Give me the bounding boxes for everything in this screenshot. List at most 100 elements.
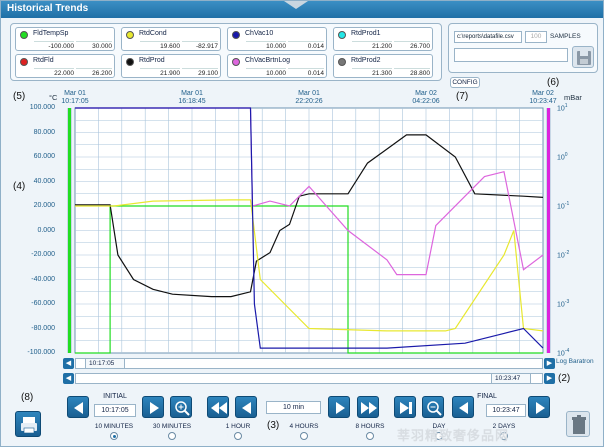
final-time-field[interactable]: 10:23:47 xyxy=(486,404,526,417)
right-axis-tick-label: 10-3 xyxy=(557,299,570,309)
pen-card[interactable]: FldTempSp -100.000 30.000 xyxy=(15,27,115,51)
step-forward-button[interactable] xyxy=(328,396,350,418)
end-time-scrollbar[interactable] xyxy=(75,373,543,384)
radio-button[interactable] xyxy=(234,432,242,440)
pen-name: RtdCond xyxy=(139,30,167,37)
pen-card[interactable]: RtdProd 21.900 29.100 xyxy=(121,54,221,78)
pen-max-value: 26.700 xyxy=(394,41,430,50)
series-line-rtdcond xyxy=(75,199,544,332)
pen-min-value: 21.200 xyxy=(352,41,392,50)
initial-back-button[interactable] xyxy=(67,396,89,418)
pen-legend-panel: FldTempSp -100.000 30.000 RtdCond 19.600 -82.… xyxy=(10,23,442,81)
pen-name: RtdProd1 xyxy=(351,30,381,37)
radio-button[interactable] xyxy=(110,432,118,440)
time-range-label: 4 HOURS xyxy=(289,423,319,430)
pen-card[interactable]: RtdProd1 21.200 26.700 xyxy=(333,27,433,51)
pen-card[interactable]: RtdProd2 21.300 28.800 xyxy=(333,54,433,78)
time-range-option[interactable]: 8 HOURS xyxy=(335,423,405,440)
jump-to-end-button[interactable] xyxy=(394,396,416,418)
import-panel: c:\reports\datafile.csv 100 SAMPLES xyxy=(448,23,598,73)
zoom-out-button[interactable] xyxy=(422,396,444,418)
time-axis-label: Mar 01 22:20:26 xyxy=(289,90,329,106)
radio-button[interactable] xyxy=(168,432,176,440)
time-range-label: 1 HOUR xyxy=(225,423,251,430)
triangle-right-icon xyxy=(150,402,159,414)
time-range-option[interactable]: 4 HOURS xyxy=(269,423,339,440)
pen-color-swatch xyxy=(20,31,28,39)
step-field[interactable]: 10 min xyxy=(266,401,321,414)
pen-name: RtdFld xyxy=(33,57,54,64)
zoom-in-icon xyxy=(175,401,190,416)
pen-max-value: -82.917 xyxy=(182,41,218,50)
scroll-right-button-top[interactable]: ▶ xyxy=(544,358,555,369)
pen-name: ChVac10 xyxy=(245,30,274,37)
time-range-option[interactable]: 30 MINUTES xyxy=(137,423,207,440)
scroll-left-button-top[interactable]: ◀ xyxy=(63,358,74,369)
series-line-chvac10 xyxy=(75,107,544,349)
left-axis-tick-label: -60.000 xyxy=(31,300,55,307)
zoom-in-button[interactable] xyxy=(170,396,192,418)
pen-name: RtdProd xyxy=(139,57,165,64)
final-forward-button[interactable] xyxy=(528,396,550,418)
right-axis-name: Log Baratron xyxy=(556,358,594,365)
pen-min-value: 10.000 xyxy=(246,68,286,77)
save-button[interactable] xyxy=(572,46,594,68)
fast-forward-icon xyxy=(361,402,377,414)
fast-forward-button[interactable] xyxy=(357,396,379,418)
pen-card[interactable]: ChVacBrtnLog 10.000 0.014 xyxy=(227,54,327,78)
samples-input[interactable]: 100 xyxy=(525,31,547,43)
pen-color-swatch xyxy=(338,58,346,66)
pen-max-value: 0.014 xyxy=(288,68,324,77)
time-axis-time: 22:20:26 xyxy=(295,98,323,105)
config-button[interactable]: CONFIG xyxy=(450,77,480,88)
radio-button[interactable] xyxy=(300,432,308,440)
right-axis-unit: mBar xyxy=(564,93,582,102)
pen-card[interactable]: RtdFld 22.000 26.200 xyxy=(15,54,115,78)
fast-rewind-button[interactable] xyxy=(207,396,229,418)
pen-min-value: 10.000 xyxy=(246,41,286,50)
time-axis-time: 16:18:45 xyxy=(178,98,206,105)
scroll-right-button-bottom[interactable]: ▶ xyxy=(544,373,555,384)
radio-button[interactable] xyxy=(366,432,374,440)
time-axis-time: 04:22:06 xyxy=(412,98,440,105)
window-notch xyxy=(284,1,308,9)
pen-min-value: 19.600 xyxy=(140,41,180,50)
triangle-left-icon xyxy=(459,402,468,414)
pen-card[interactable]: RtdCond 19.600 -82.917 xyxy=(121,27,221,51)
delete-button[interactable] xyxy=(566,411,590,437)
skip-to-end-icon xyxy=(400,402,412,414)
time-range-label: 10 MINUTES xyxy=(94,423,134,430)
samples-label: SAMPLES xyxy=(550,33,581,40)
annotation-6: (6) xyxy=(547,77,560,88)
start-time-scrollbar[interactable] xyxy=(75,358,543,369)
time-axis-date: Mar 01 xyxy=(298,90,320,97)
time-axis-label: Mar 02 04:22:06 xyxy=(406,90,446,106)
time-axis-time: 10:17:05 xyxy=(61,98,89,105)
right-axis-tick-label: 101 xyxy=(557,103,568,113)
final-back-button[interactable] xyxy=(452,396,474,418)
pen-min-value: -100.000 xyxy=(34,41,74,50)
initial-forward-button[interactable] xyxy=(142,396,164,418)
annotation-5: (5) xyxy=(13,91,26,102)
right-axis-bar xyxy=(546,108,551,353)
pen-card[interactable]: ChVac10 10.000 0.014 xyxy=(227,27,327,51)
initial-label: INITIAL xyxy=(103,393,127,400)
annotation-2: (2) xyxy=(558,373,571,384)
step-back-button[interactable] xyxy=(235,396,257,418)
print-button[interactable] xyxy=(15,411,41,437)
left-axis-tick-label: 0.000 xyxy=(37,226,55,234)
time-range-option[interactable]: 1 HOUR xyxy=(203,423,273,440)
left-axis-tick-label: -80.000 xyxy=(31,324,55,332)
watermark-text: 莘羽精致奢侈品网 xyxy=(397,428,510,443)
left-axis-bar xyxy=(67,108,72,353)
scroll-left-button-bottom[interactable]: ◀ xyxy=(63,373,74,384)
initial-time-field[interactable]: 10:17:05 xyxy=(94,404,136,417)
right-axis-tick-label: 10-4 xyxy=(557,348,570,358)
historical-trends-window: Historical Trends FldTempSp -100.000 30.00… xyxy=(0,0,604,447)
time-axis-date: Mar 01 xyxy=(64,90,86,97)
file-path-input[interactable]: c:\reports\datafile.csv xyxy=(454,31,522,43)
left-axis-tick-label: 80.000 xyxy=(33,128,55,136)
triangle-left-icon xyxy=(242,402,251,414)
pen-color-swatch xyxy=(126,31,134,39)
pen-max-value: 30.000 xyxy=(76,41,112,50)
